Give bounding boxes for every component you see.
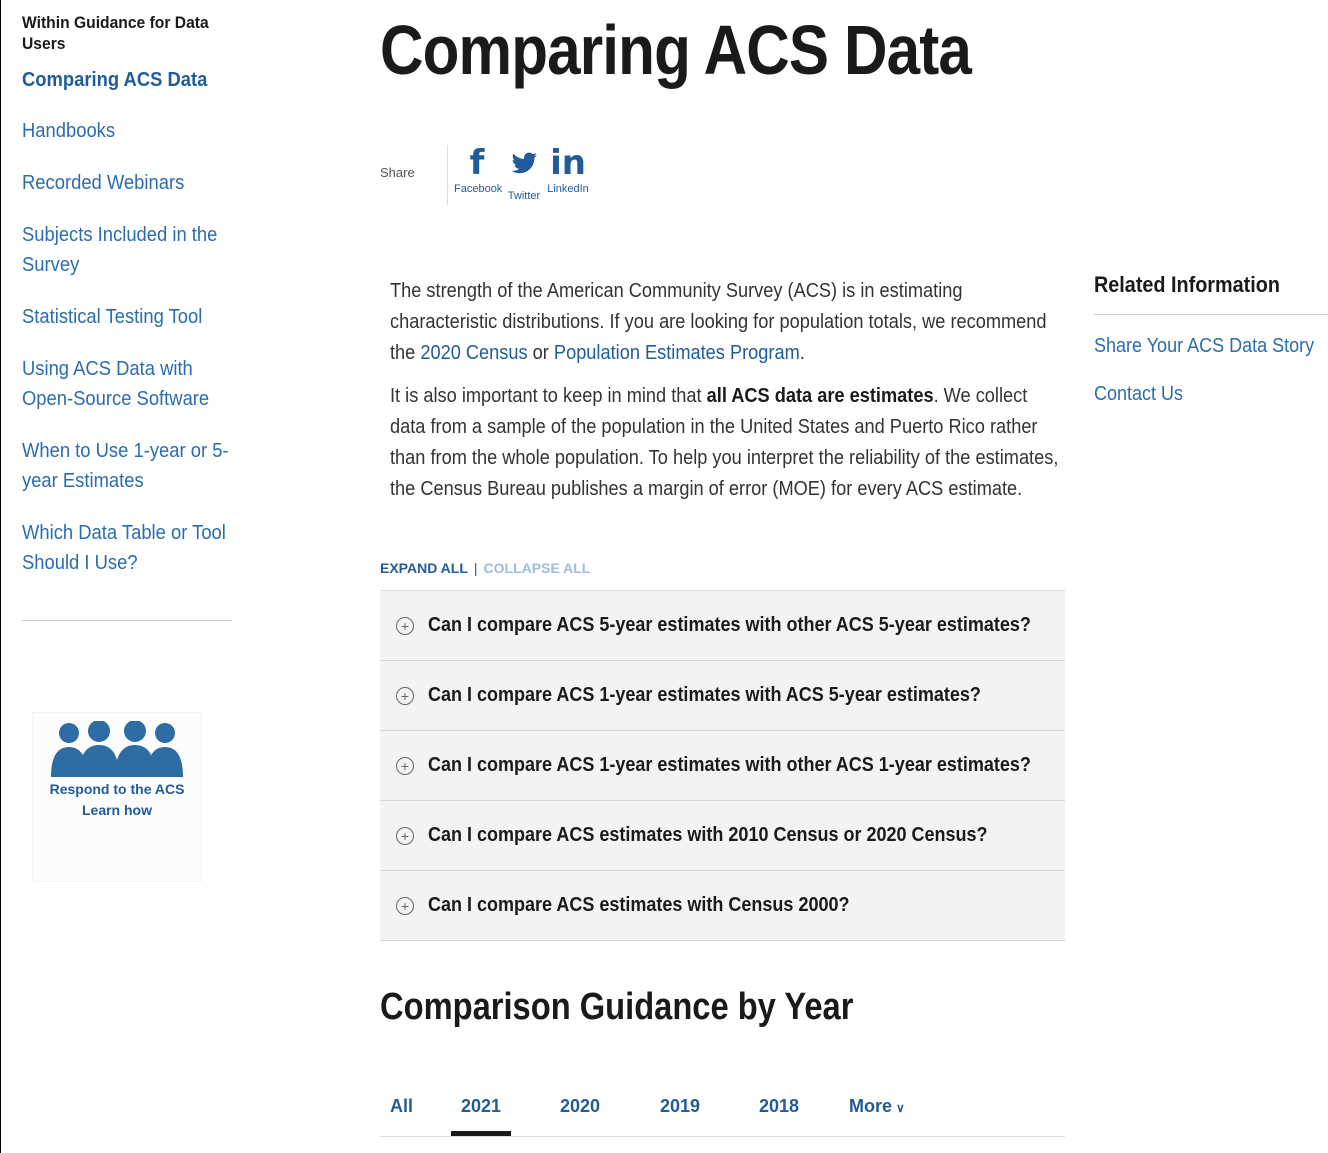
sidebar-item-statistical-testing-tool[interactable]: Statistical Testing Tool: [22, 302, 234, 332]
expand-all-button[interactable]: EXPAND ALL: [380, 560, 468, 576]
link-2020-census[interactable]: 2020 Census: [420, 342, 527, 364]
twitter-label: Twitter: [507, 190, 541, 202]
tab-2019[interactable]: 2019: [660, 1096, 700, 1117]
accordion-item[interactable]: + Can I compare ACS estimates with 2010 …: [380, 801, 1065, 871]
linkedin-share-button[interactable]: in LinkedIn: [546, 145, 590, 195]
intro-paragraph-1: The strength of the American Community S…: [390, 276, 1060, 369]
intro-p1-period: .: [799, 342, 805, 364]
sidebar-nav: Within Guidance for Data Users Comparing…: [22, 12, 234, 882]
twitter-icon: [506, 145, 542, 188]
intro-paragraph-2: It is also important to keep in mind tha…: [390, 381, 1060, 505]
accordion-question: Can I compare ACS 1-year estimates with …: [428, 684, 981, 706]
accordion-question: Can I compare ACS estimates with 2010 Ce…: [428, 824, 988, 846]
sidebar-heading: Within Guidance for Data Users: [22, 13, 209, 53]
expand-separator: |: [473, 560, 478, 576]
expand-plus-icon: +: [396, 616, 414, 635]
facebook-icon: f: [469, 143, 485, 183]
related-information-title: Related Information: [1094, 272, 1328, 315]
expand-plus-icon: +: [396, 826, 414, 845]
faq-accordion: + Can I compare ACS 5-year estimates wit…: [380, 590, 1065, 941]
page-title: Comparing ACS Data: [380, 11, 972, 89]
tab-2021[interactable]: 2021: [450, 1096, 512, 1136]
link-contact-us[interactable]: Contact Us: [1094, 383, 1306, 406]
accordion-item[interactable]: + Can I compare ACS 1-year estimates wit…: [380, 731, 1065, 801]
link-share-your-acs-data-story[interactable]: Share Your ACS Data Story: [1094, 335, 1314, 358]
expand-collapse-bar: EXPAND ALL | COLLAPSE ALL: [380, 560, 590, 576]
sidebar-divider: [22, 620, 232, 621]
respond-to-acs-promo[interactable]: Respond to the ACS Learn how: [32, 712, 202, 882]
share-divider: [447, 145, 448, 205]
sidebar-item-open-source-software[interactable]: Using ACS Data with Open-Source Software: [22, 354, 234, 414]
intro-text: The strength of the American Community S…: [390, 276, 1060, 517]
tab-2018[interactable]: 2018: [759, 1096, 799, 1117]
collapse-all-button[interactable]: COLLAPSE ALL: [484, 560, 591, 576]
accordion-item[interactable]: + Can I compare ACS estimates with Censu…: [380, 871, 1065, 941]
respond-learn-how: Learn how: [81, 802, 152, 818]
intro-p1-or: or: [527, 342, 554, 364]
accordion-question: Can I compare ACS 5-year estimates with …: [428, 614, 1031, 636]
accordion-question: Can I compare ACS 1-year estimates with …: [428, 754, 1031, 776]
accordion-item[interactable]: + Can I compare ACS 5-year estimates wit…: [380, 591, 1065, 661]
sidebar-item-recorded-webinars[interactable]: Recorded Webinars: [22, 168, 234, 198]
sidebar-item-subjects-included[interactable]: Subjects Included in the Survey: [22, 220, 234, 280]
share-label: Share: [380, 165, 415, 180]
facebook-share-button[interactable]: f Facebook: [454, 143, 503, 195]
twitter-share-button[interactable]: Twitter: [506, 145, 542, 202]
intro-p2-text: It is also important to keep in mind tha…: [390, 385, 707, 407]
sidebar-item-comparing-acs-data[interactable]: Comparing ACS Data: [22, 65, 234, 95]
link-population-estimates[interactable]: Population Estimates Program: [554, 342, 800, 364]
linkedin-label: LinkedIn: [547, 183, 589, 195]
sidebar-item-handbooks[interactable]: Handbooks: [22, 116, 234, 146]
tab-all[interactable]: All: [390, 1096, 413, 1117]
sidebar-item-1-or-5-year-estimates[interactable]: When to Use 1-year or 5-year Estimates: [22, 436, 234, 496]
chevron-down-icon: ∨: [896, 1101, 905, 1115]
linkedin-icon: in: [550, 143, 586, 183]
comparison-guidance-heading: Comparison Guidance by Year: [380, 986, 854, 1028]
tab-more[interactable]: More ∨: [849, 1096, 905, 1117]
people-group-icon: [51, 721, 183, 777]
facebook-label: Facebook: [454, 183, 503, 195]
expand-plus-icon: +: [396, 686, 414, 705]
intro-p2-bold: all ACS data are estimates: [706, 385, 934, 407]
year-tabs: All 2021 2020 2019 2018 More ∨: [380, 1088, 1065, 1137]
expand-plus-icon: +: [396, 756, 414, 775]
respond-title: Respond to the ACS: [49, 781, 185, 797]
accordion-question: Can I compare ACS estimates with Census …: [428, 894, 850, 916]
tab-2020[interactable]: 2020: [560, 1096, 600, 1117]
sidebar-item-which-data-table[interactable]: Which Data Table or Tool Should I Use?: [22, 518, 234, 578]
related-information: Related Information Share Your ACS Data …: [1094, 272, 1328, 406]
expand-plus-icon: +: [396, 896, 414, 915]
accordion-item[interactable]: + Can I compare ACS 1-year estimates wit…: [380, 661, 1065, 731]
tab-more-label: More: [849, 1096, 893, 1116]
